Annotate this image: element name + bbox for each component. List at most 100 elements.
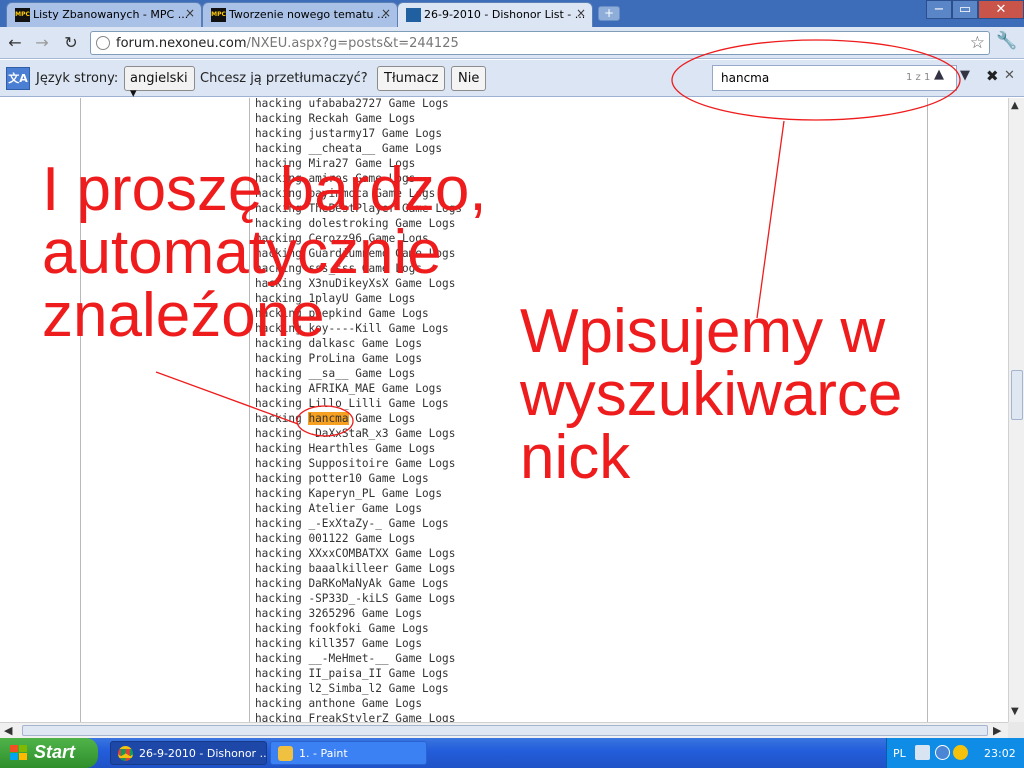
player-nick: kill357 xyxy=(308,637,356,650)
page-icon xyxy=(406,8,421,22)
list-item[interactable]: hacking XXxxCOMBATXX Game Logs xyxy=(255,546,462,561)
start-button[interactable]: Start xyxy=(0,738,98,768)
translate-button[interactable]: Tłumacz xyxy=(377,66,446,91)
page-language-label: Język strony: xyxy=(36,71,119,86)
find-next-button[interactable]: ▼ xyxy=(960,68,970,83)
column-divider xyxy=(927,98,928,722)
scroll-thumb[interactable] xyxy=(22,725,988,736)
annotation-found-text: I proszę bardzo, automatycznie znaleźone xyxy=(42,155,487,351)
tab-title: 26-9-2010 - Dishonor List - ... xyxy=(424,8,586,21)
list-item[interactable]: hacking __cheata__ Game Logs xyxy=(255,141,462,156)
translate-bar-close-icon[interactable]: ✕ xyxy=(1004,68,1015,83)
forward-button[interactable]: → xyxy=(31,32,53,54)
horizontal-scrollbar[interactable]: ◀ ▶ xyxy=(0,722,1008,738)
player-nick: potter10 xyxy=(308,472,362,485)
list-item[interactable]: hacking Lillo_Lilli Game Logs xyxy=(255,396,462,411)
address-bar[interactable]: forum.nexoneu.com/NXEU.aspx?g=posts&t=24… xyxy=(90,31,990,55)
bookmark-star-icon[interactable]: ☆ xyxy=(970,33,985,53)
tab-title: Listy Zbanowanych - MPC ... xyxy=(33,8,189,21)
list-item[interactable]: hacking baaalkilleer Game Logs xyxy=(255,561,462,576)
language-select[interactable]: angielski ▾ xyxy=(124,66,195,101)
wrench-icon[interactable]: 🔧 xyxy=(996,31,1017,51)
find-close-icon[interactable]: ✖ xyxy=(986,67,999,85)
list-item[interactable]: hacking AFRIKA_MAE Game Logs xyxy=(255,381,462,396)
windows-logo-icon xyxy=(10,745,28,761)
player-nick: Hearthles xyxy=(308,442,369,455)
list-item[interactable]: hacking l2_Simba_l2 Game Logs xyxy=(255,681,462,696)
player-nick: 3265296 xyxy=(308,607,356,620)
reload-button[interactable]: ↻ xyxy=(60,32,82,54)
scroll-corner xyxy=(1008,722,1024,738)
player-nick: -DaXxStaR_x3 xyxy=(308,427,389,440)
list-item[interactable]: hacking DaRKoMaNyAk Game Logs xyxy=(255,576,462,591)
list-item[interactable]: hacking II_paisa_II Game Logs xyxy=(255,666,462,681)
scroll-down-icon[interactable]: ▼ xyxy=(1011,706,1019,717)
vertical-scrollbar[interactable]: ▲ ▼ xyxy=(1008,98,1024,722)
maximize-button[interactable]: ▭ xyxy=(952,0,978,19)
list-item[interactable]: hacking __sa__ Game Logs xyxy=(255,366,462,381)
list-item[interactable]: hacking -DaXxStaR_x3 Game Logs xyxy=(255,426,462,441)
scroll-thumb[interactable] xyxy=(1011,370,1023,420)
clock: 23:02 xyxy=(984,747,1016,760)
tab-close-icon[interactable]: × xyxy=(381,6,391,20)
list-item[interactable]: hacking potter10 Game Logs xyxy=(255,471,462,486)
back-button[interactable]: ← xyxy=(4,32,26,54)
player-nick: fookfoki xyxy=(308,622,362,635)
browser-toolbar: ← → ↻ forum.nexoneu.com/NXEU.aspx?g=post… xyxy=(0,27,1024,59)
security-icon[interactable] xyxy=(953,745,968,760)
list-item[interactable]: hacking Reckah Game Logs xyxy=(255,111,462,126)
find-highlight: hancma xyxy=(308,412,349,425)
paint-icon xyxy=(278,746,293,761)
scroll-left-icon[interactable]: ◀ xyxy=(4,724,12,737)
list-item[interactable]: hacking anthone Game Logs xyxy=(255,696,462,711)
list-item[interactable]: hacking Kaperyn_PL Game Logs xyxy=(255,486,462,501)
find-previous-button[interactable]: ▲ xyxy=(934,67,944,82)
player-nick: 001122 xyxy=(308,532,349,545)
tab-tworzenie-tematu[interactable]: MPC Tworzenie nowego tematu ... × xyxy=(202,2,398,27)
translate-question: Chcesz ją przetłumaczyć? xyxy=(200,71,368,86)
mpc-icon: MPC xyxy=(15,8,30,22)
translate-icon: 文A xyxy=(6,67,30,90)
scroll-up-icon[interactable]: ▲ xyxy=(1011,100,1019,111)
taskbar-item-paint[interactable]: 1. - Paint xyxy=(270,741,427,765)
tray-arrow-icon[interactable] xyxy=(935,745,950,760)
tab-close-icon[interactable]: × xyxy=(576,6,586,20)
list-item[interactable]: hacking Atelier Game Logs xyxy=(255,501,462,516)
new-tab-button[interactable]: + xyxy=(598,6,620,21)
tab-title: Tworzenie nowego tematu ... xyxy=(229,8,388,21)
tab-close-icon[interactable]: × xyxy=(185,6,195,20)
scroll-right-icon[interactable]: ▶ xyxy=(993,724,1001,737)
list-item[interactable]: hacking hancma Game Logs xyxy=(255,411,462,426)
list-item[interactable]: hacking Suppositoire Game Logs xyxy=(255,456,462,471)
list-item[interactable]: hacking justarmy17 Game Logs xyxy=(255,126,462,141)
player-nick: _-ExXtaZy-_ xyxy=(308,517,382,530)
player-nick: II_paisa_II xyxy=(308,667,382,680)
list-item[interactable]: hacking 3265296 Game Logs xyxy=(255,606,462,621)
player-nick: __-MeHmet-__ xyxy=(308,652,389,665)
minimize-button[interactable]: − xyxy=(926,0,952,19)
tab-listy-zbanowanych[interactable]: MPC Listy Zbanowanych - MPC ... × xyxy=(6,2,202,27)
mpc-icon: MPC xyxy=(211,8,226,22)
list-item[interactable]: hacking ProLina Game Logs xyxy=(255,351,462,366)
player-nick: Reckah xyxy=(308,112,349,125)
list-item[interactable]: hacking __-MeHmet-__ Game Logs xyxy=(255,651,462,666)
tab-strip: MPC Listy Zbanowanych - MPC ... × MPC Tw… xyxy=(0,0,1024,27)
taskbar-item-chrome[interactable]: 26-9-2010 - Dishonor ... xyxy=(110,741,267,765)
list-item[interactable]: hacking FreakStylerZ Game Logs xyxy=(255,711,462,722)
keyboard-icon[interactable] xyxy=(915,745,930,760)
tab-dishonor-list[interactable]: 26-9-2010 - Dishonor List - ... × xyxy=(397,2,593,27)
list-item[interactable]: hacking kill357 Game Logs xyxy=(255,636,462,651)
player-nick: Atelier xyxy=(308,502,356,515)
input-language[interactable]: PL xyxy=(893,747,906,760)
player-nick: justarmy17 xyxy=(308,127,376,140)
no-translate-button[interactable]: Nie xyxy=(451,66,487,91)
list-item[interactable]: hacking fookfoki Game Logs xyxy=(255,621,462,636)
list-item[interactable]: hacking Hearthles Game Logs xyxy=(255,441,462,456)
annotation-search-text: Wpisujemy w wyszukiwarce nick xyxy=(520,297,903,493)
list-item[interactable]: hacking -SP33D_-kiLS Game Logs xyxy=(255,591,462,606)
find-input[interactable]: hancma xyxy=(721,71,769,85)
window-close-button[interactable]: ✕ xyxy=(978,0,1024,19)
list-item[interactable]: hacking 001122 Game Logs xyxy=(255,531,462,546)
list-item[interactable]: hacking ufababa2727 Game Logs xyxy=(255,98,462,111)
list-item[interactable]: hacking _-ExXtaZy-_ Game Logs xyxy=(255,516,462,531)
